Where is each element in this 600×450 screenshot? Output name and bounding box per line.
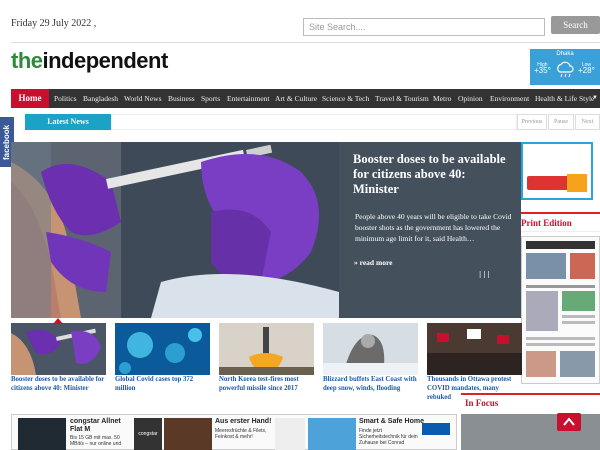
thumb-protest <box>427 323 522 375</box>
ad4-logo <box>422 423 450 435</box>
ad3-title[interactable]: Aus erster Hand! <box>215 418 271 425</box>
read-more-link[interactable]: » read more <box>354 258 392 267</box>
ad-banner-graphic <box>523 144 591 198</box>
ad4-image <box>308 418 356 450</box>
ad3-image <box>164 418 212 450</box>
weather-low: Low +28° <box>578 62 595 75</box>
thumb-vaccine <box>11 323 106 375</box>
thumb-caption[interactable]: Global Covid cases top 372 million <box>115 375 211 393</box>
nav-health-lifestyle[interactable]: Health & Life Style <box>535 89 594 108</box>
ad3-text: Meeresfrüchte & Filets, Feinkost & mehr! <box>215 428 267 440</box>
ad1-text: Bis 15 GB mit max. 50 MBit/s – nur onlin… <box>70 435 122 447</box>
print-edition-heading: Print Edition <box>521 212 600 232</box>
main-nav: Home Politics Bangladesh World News Busi… <box>11 89 600 108</box>
active-indicator-icon <box>53 318 63 324</box>
hero-image[interactable] <box>11 142 339 318</box>
ad-bar[interactable]: congstar Allnet Flat M Bis 15 GB mit max… <box>11 414 457 450</box>
thumb-image-booster[interactable] <box>11 323 106 375</box>
thumb-caption[interactable]: Booster doses to be available for citize… <box>11 375 107 393</box>
cloud-rain-icon <box>557 61 574 78</box>
weather-widget: Dhaka High +35° Low +28° <box>530 49 600 85</box>
print-edition-thumbnail[interactable] <box>521 236 600 384</box>
ticker-pause-button[interactable]: Pause <box>548 114 574 130</box>
thumb-image-blizzard[interactable] <box>323 323 418 375</box>
nav-world-news[interactable]: World News <box>124 89 162 108</box>
current-date: Friday 29 July 2022 , <box>11 18 97 29</box>
search-input[interactable]: Site Search.... <box>303 18 545 36</box>
nav-sports[interactable]: Sports <box>201 89 220 108</box>
arrow-up-icon <box>563 417 575 426</box>
ticker-previous-button[interactable]: Previous <box>517 114 547 130</box>
thumb-missile <box>219 323 314 375</box>
hero-title[interactable]: Booster doses to be available for citize… <box>353 152 513 197</box>
nav-environment[interactable]: Environment <box>490 89 529 108</box>
nav-art-culture[interactable]: Art & Culture <box>275 89 317 108</box>
nav-politics[interactable]: Politics <box>54 89 77 108</box>
ad4-text: Finde jetzt Sicherheitstechnik für dein … <box>359 428 418 446</box>
search-button[interactable]: Search <box>551 16 600 34</box>
site-logo[interactable]: theindependent <box>11 48 168 74</box>
sidebar-ad[interactable] <box>521 142 593 200</box>
header-divider <box>11 42 600 43</box>
logo-the: the <box>11 48 43 73</box>
vaccine-photo <box>11 142 339 318</box>
weather-high: High +35° <box>534 62 551 75</box>
hero-description: People above 40 years will be eligible t… <box>355 212 512 243</box>
thumb-caption[interactable]: Thousands in Ottawa protest COVID mandat… <box>427 375 523 402</box>
slider-control-icon[interactable]: ǀǀǀ <box>479 269 492 281</box>
scroll-top-button[interactable] <box>557 413 581 431</box>
news-ticker[interactable] <box>111 114 517 130</box>
nav-science-tech[interactable]: Science & Tech <box>322 89 369 108</box>
caret-down-icon[interactable]: ▼ <box>592 89 598 108</box>
nav-bangladesh[interactable]: Bangladesh <box>83 89 118 108</box>
ad1-image <box>18 418 66 450</box>
nav-business[interactable]: Business <box>168 89 195 108</box>
nav-entertainment[interactable]: Entertainment <box>227 89 269 108</box>
nav-opinion[interactable]: Opinion <box>458 89 483 108</box>
nav-metro[interactable]: Metro <box>433 89 451 108</box>
logo-independent: independent <box>42 48 169 73</box>
ticker-next-button[interactable]: Next <box>575 114 600 130</box>
nav-home[interactable]: Home <box>11 89 49 108</box>
latest-news-label: Latest News <box>25 114 111 130</box>
thumb-snow <box>323 323 418 375</box>
thumb-virus <box>115 323 210 375</box>
thumb-caption[interactable]: Blizzard buffets East Coast with deep sn… <box>323 375 419 393</box>
thumb-image-ottawa[interactable] <box>427 323 522 375</box>
thumb-caption[interactable]: North Korea test-fires most powerful mis… <box>219 375 315 393</box>
ad2-brand[interactable]: congstar <box>134 418 162 450</box>
nav-travel-tourism[interactable]: Travel & Tourism <box>375 89 429 108</box>
newspaper-page-image <box>522 237 599 383</box>
weather-city: Dhaka <box>556 51 574 57</box>
ad1-title[interactable]: congstar Allnet Flat M <box>70 418 130 434</box>
ad3-logo <box>275 418 305 450</box>
thumb-image-covid[interactable] <box>115 323 210 375</box>
thumb-image-missile[interactable] <box>219 323 314 375</box>
ad4-title[interactable]: Smart & Safe Home <box>359 418 424 425</box>
